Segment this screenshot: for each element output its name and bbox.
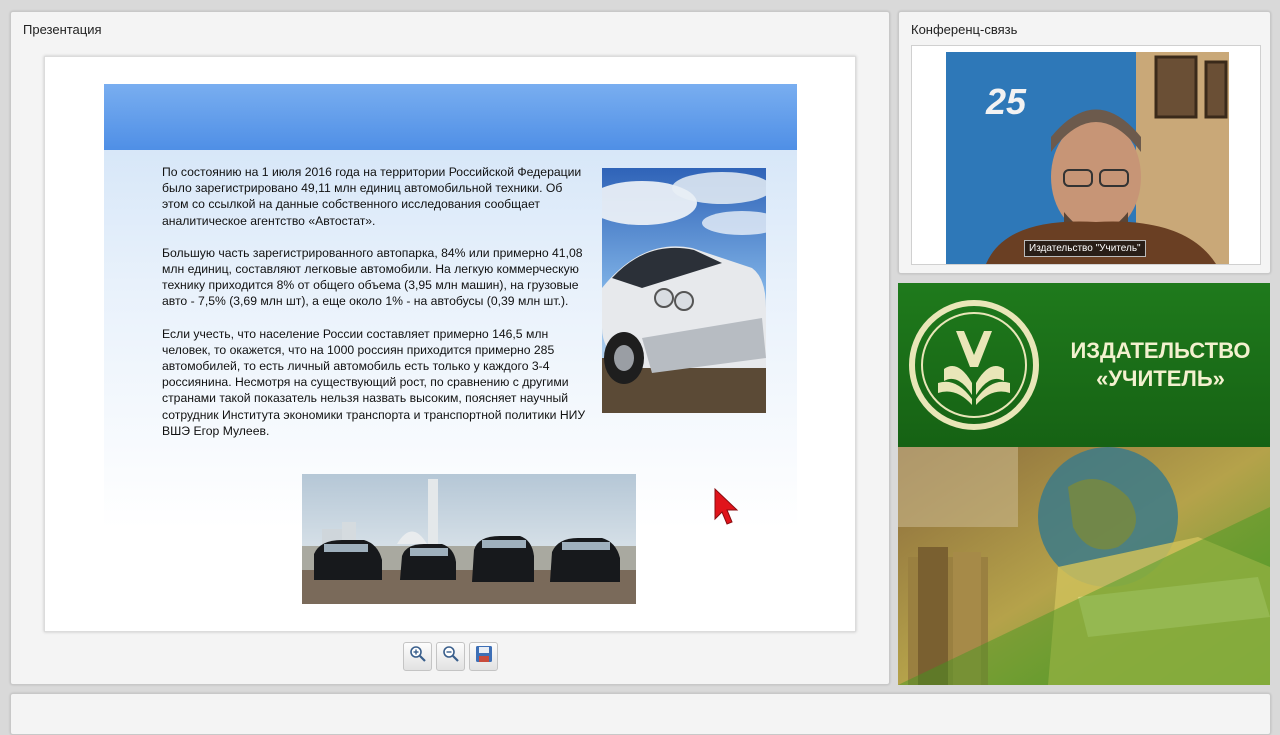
banner-books-image: [898, 447, 1270, 685]
banner-top: ИЗДАТЕЛЬСТВО «УЧИТЕЛЬ»: [898, 283, 1270, 447]
cars-lineup-photo: [302, 474, 636, 604]
bottom-panel: [10, 693, 1271, 735]
presentation-panel-title: Презентация: [23, 22, 102, 37]
zoom-out-button[interactable]: [436, 642, 465, 671]
slide-paragraph-1: По состоянию на 1 июля 2016 года на терр…: [162, 165, 582, 228]
banner-title-line1: ИЗДАТЕЛЬСТВО: [1070, 338, 1251, 363]
slide: По состоянию на 1 июля 2016 года на терр…: [104, 84, 797, 604]
banner-title-line2: «УЧИТЕЛЬ»: [1096, 366, 1225, 391]
slide-viewport: По состоянию на 1 июля 2016 года на терр…: [44, 56, 856, 632]
slide-paragraph-3: Если учесть, что население России состав…: [162, 326, 586, 438]
zoom-in-button[interactable]: [403, 642, 432, 671]
banner-title: ИЗДАТЕЛЬСТВО «УЧИТЕЛЬ»: [1058, 337, 1263, 393]
conference-panel-title: Конференц-связь: [911, 22, 1018, 37]
svg-text:25: 25: [985, 81, 1027, 122]
conference-panel: Конференц-связь 25 Издательство "Учитель…: [898, 11, 1271, 274]
zoom-in-icon: [409, 645, 427, 668]
presentation-panel: Презентация По состоянию на 1 июля 2016 …: [10, 11, 890, 685]
slide-header-band: [104, 84, 797, 150]
publisher-banner: ИЗДАТЕЛЬСТВО «УЧИТЕЛЬ»: [898, 283, 1270, 685]
speaker-video: 25 Издательство "Учитель": [946, 52, 1229, 264]
retro-car-photo: [602, 168, 766, 413]
publisher-logo: [906, 299, 1042, 436]
save-button[interactable]: [469, 642, 498, 671]
zoom-out-icon: [442, 645, 460, 668]
floppy-disk-icon: [475, 645, 493, 668]
speaker-caption: Издательство "Учитель": [1024, 240, 1146, 257]
video-frame: 25 Издательство "Учитель": [911, 45, 1261, 265]
slide-text: По состоянию на 1 июля 2016 года на терр…: [162, 164, 587, 455]
mouse-cursor-icon: [713, 487, 741, 532]
slide-paragraph-2: Большую часть зарегистрированного автопа…: [162, 245, 583, 309]
